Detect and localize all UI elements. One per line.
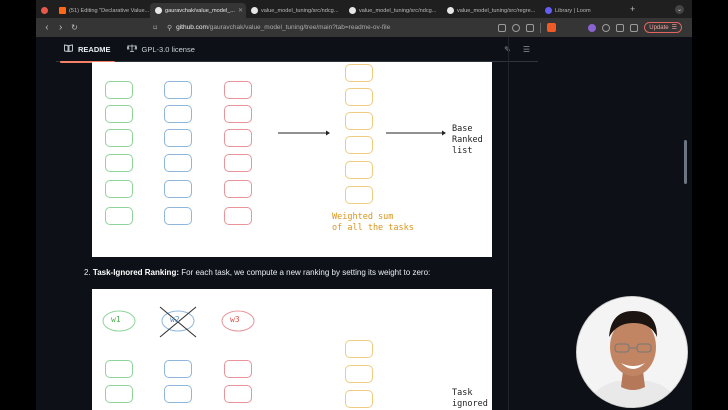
sidebar-divider bbox=[508, 37, 509, 410]
wallet-icon[interactable] bbox=[602, 23, 611, 32]
task-box-blue bbox=[164, 360, 192, 378]
extension-icon[interactable] bbox=[588, 23, 597, 32]
section-title: Task-Ignored Ranking: bbox=[92, 268, 179, 277]
extensions-icon[interactable] bbox=[616, 23, 625, 32]
weighted-score-box bbox=[345, 340, 373, 358]
tab-license[interactable]: GPL-3.0 license bbox=[119, 37, 203, 62]
diagram-weighted-sum: Base Ranked list Weighted sum of all the… bbox=[92, 62, 492, 257]
screen-cast-icon[interactable] bbox=[498, 23, 507, 32]
readme-header: README GPL-3.0 license ✎ ☰ bbox=[56, 37, 538, 63]
reload-icon[interactable]: ↻ bbox=[68, 23, 82, 32]
tab-github-value-model[interactable]: gauravchak/value_model_... ✕ bbox=[150, 3, 246, 18]
tab-ndcg-1[interactable]: value_model_tuning/src/ndcg... bbox=[246, 3, 344, 18]
page-scrollbar[interactable] bbox=[684, 140, 687, 184]
chevron-down-icon[interactable]: ⌄ bbox=[675, 4, 684, 14]
tab-record[interactable] bbox=[36, 3, 54, 18]
new-tab-button[interactable]: + bbox=[630, 4, 635, 14]
weighted-score-box bbox=[345, 390, 373, 408]
bookmark-icon[interactable]: ⌑ bbox=[153, 24, 157, 32]
menu-icon: ☰ bbox=[671, 25, 677, 31]
back-icon[interactable]: ‹ bbox=[40, 22, 54, 33]
github-icon bbox=[349, 7, 356, 14]
base-ranked-list-label: Base Ranked list bbox=[452, 124, 483, 156]
forward-icon[interactable]: › bbox=[54, 22, 68, 33]
list-icon[interactable]: ☰ bbox=[523, 45, 530, 54]
browser-toolbar: ‹ › ↻ ⌑ ⚲ github.com/gauravchak/value_mo… bbox=[36, 18, 692, 37]
tab-ndcg-2[interactable]: value_model_tuning/src/ndcg... bbox=[344, 3, 442, 18]
github-icon bbox=[155, 7, 162, 14]
substack-icon bbox=[59, 7, 66, 14]
github-icon bbox=[447, 7, 454, 14]
task-box-blue bbox=[164, 385, 192, 403]
flow-arrows bbox=[278, 130, 446, 136]
book-icon bbox=[64, 44, 73, 54]
task-box-green bbox=[105, 360, 133, 378]
list-item-task-ignored-ranking: 2. Task-Ignored Ranking: For each task, … bbox=[84, 268, 431, 277]
github-icon bbox=[251, 7, 258, 14]
address-bar[interactable]: ⌑ ⚲ github.com/gauravchak/value_model_tu… bbox=[153, 21, 498, 35]
tab-strip: (51) Editing "Declarative Value... gaura… bbox=[36, 0, 692, 18]
toolbar-divider bbox=[540, 22, 542, 33]
tab-substack[interactable]: (51) Editing "Declarative Value... bbox=[54, 3, 150, 18]
toolbar-icons: Update ☰ bbox=[498, 22, 692, 33]
task-box-red bbox=[224, 360, 252, 378]
presenter-webcam bbox=[576, 296, 688, 408]
zoom-icon[interactable] bbox=[512, 23, 521, 32]
weighted-sum-label: Weighted sum of all the tasks bbox=[332, 212, 414, 233]
task-box-red bbox=[224, 385, 252, 403]
weight-ellipses bbox=[102, 306, 255, 338]
diagram-task-ignored: w1 w2 w3 Task ignored bbox=[92, 289, 492, 410]
weight-w3: w3 bbox=[230, 315, 240, 324]
weighted-score-box bbox=[345, 365, 373, 383]
sidebar-toggle-icon[interactable] bbox=[630, 23, 639, 32]
record-icon bbox=[41, 7, 48, 14]
loom-icon bbox=[545, 7, 552, 14]
section-description: For each task, we compute a new ranking … bbox=[179, 268, 431, 277]
weight-w1: w1 bbox=[111, 315, 121, 324]
site-settings-icon[interactable]: ⚲ bbox=[167, 24, 172, 32]
close-icon[interactable]: ✕ bbox=[238, 7, 243, 14]
brave-shield-icon[interactable] bbox=[547, 23, 557, 32]
task-box-green bbox=[105, 385, 133, 403]
tab-loom[interactable]: Library | Loom bbox=[540, 3, 626, 18]
share-icon[interactable] bbox=[526, 23, 535, 32]
tab-readme[interactable]: README bbox=[56, 37, 119, 63]
task-ignored-label: Task ignored bbox=[452, 388, 488, 409]
update-button[interactable]: Update ☰ bbox=[644, 22, 682, 33]
weight-w2: w2 bbox=[170, 315, 180, 324]
tab-regression[interactable]: value_model_tuning/src/regre... bbox=[442, 3, 540, 18]
scale-icon bbox=[125, 44, 138, 54]
url-host: github.com bbox=[176, 24, 208, 31]
url-path: /gauravchak/value_model_tuning/tree/main… bbox=[207, 24, 391, 31]
presenter-avatar bbox=[577, 297, 687, 407]
